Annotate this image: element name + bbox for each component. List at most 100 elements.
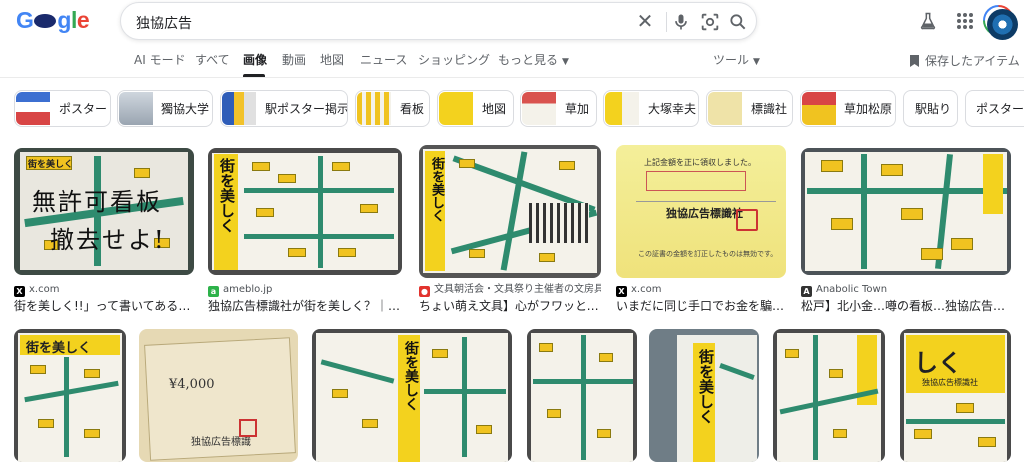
image-result[interactable]: 街を美しく: [312, 329, 512, 462]
image-result[interactable]: しく 独協広告標識社: [900, 329, 1011, 462]
chip-poster[interactable]: ポスター: [14, 90, 111, 127]
result-thumbnail[interactable]: 上記金額を正に領収しました。 独協広告標識社 この証書の金額を訂正したものは無効…: [616, 145, 786, 278]
search-divider: [666, 12, 667, 32]
chip-thumbnail: [605, 92, 639, 125]
sign-vertical-text: 街を美しく: [697, 349, 715, 424]
chip-poster-2[interactable]: ポスター: [965, 90, 1024, 127]
x-logo-icon: X: [616, 286, 627, 297]
search-icon[interactable]: [728, 11, 748, 33]
result-source[interactable]: Xx.com: [616, 283, 661, 297]
chip-dokkyo-univ[interactable]: 獨協大学: [117, 90, 213, 127]
result-thumbnail[interactable]: 街を美しく: [419, 145, 601, 278]
chip-label: 駅ポスター掲示: [265, 102, 348, 116]
result-source[interactable]: ● 文具朝活会・文具祭り主催者の文房具…: [419, 283, 601, 297]
result-caption[interactable]: 街を美しく!!」って書いてあるのに…: [14, 298, 194, 314]
chip-label: 標識社: [751, 102, 788, 116]
result-caption[interactable]: ちょい萌え文具】心がフワッとな…: [419, 298, 601, 314]
chip-label: ポスター: [976, 102, 1024, 116]
search-box[interactable]: 独協広告 ✕: [120, 2, 757, 40]
tab-news[interactable]: ニュース: [360, 52, 407, 68]
chip-thumbnail: [119, 92, 153, 125]
sign-vertical-text: 街を美しく: [218, 158, 236, 233]
image-result[interactable]: 街を美しく a ameblo.jp 独協広告標識社が街を美しく？｜楽し…: [208, 148, 402, 313]
lens-icon[interactable]: [699, 11, 721, 33]
result-caption[interactable]: 松戸】北小金…噂の看板…独協広告標識…: [801, 298, 1011, 314]
tab-videos[interactable]: 動画: [282, 52, 306, 68]
result-thumbnail[interactable]: 街を美しく 無許可看板 撤去せよ!: [14, 148, 194, 275]
chip-station-poster[interactable]: 駅ポスター掲示: [220, 90, 348, 127]
chip-thumbnail: [439, 92, 473, 125]
chip-signboard[interactable]: 看板: [355, 90, 430, 127]
saved-items-link[interactable]: 保存したアイテム: [910, 52, 1020, 69]
chip-soka-matsubara[interactable]: 草加松原: [800, 90, 896, 127]
image-result[interactable]: [527, 329, 637, 462]
chip-thumbnail: [222, 92, 256, 125]
image-result[interactable]: 街を美しく 無許可看板 撤去せよ! Xx.com 街を美しく!!」って書いてある…: [14, 148, 194, 313]
receipt-company: 独協広告標識社: [666, 207, 743, 220]
chip-soka[interactable]: 草加: [520, 90, 597, 127]
tab-tools[interactable]: ツール ▼: [713, 52, 760, 70]
chip-map[interactable]: 地図: [437, 90, 514, 127]
site-logo-icon: A: [801, 286, 812, 297]
mic-icon[interactable]: [671, 11, 691, 33]
receipt-text: この証書の金額を訂正したものは無効です。: [638, 250, 778, 258]
tab-ai-mode[interactable]: AI モード: [134, 52, 186, 68]
chip-thumbnail: [16, 92, 50, 125]
refinement-chips: ポスター 獨協大学 駅ポスター掲示 看板 地図 草加 大塚幸夫 標識社 草加松原…: [0, 90, 1024, 128]
chip-sign-company[interactable]: 標識社: [706, 90, 793, 127]
x-logo-icon: X: [14, 286, 25, 297]
saved-items-label: 保存したアイテム: [925, 54, 1020, 68]
caret-down-icon: ▼: [562, 57, 569, 67]
tab-all[interactable]: すべて: [195, 52, 230, 68]
tab-shopping[interactable]: ショッピング: [418, 52, 490, 68]
header: Ggle 独協広告 ✕: [0, 0, 1024, 44]
search-input[interactable]: 独協広告: [136, 13, 192, 33]
image-result[interactable]: A Anabolic Town 松戸】北小金…噂の看板…独協広告標識…: [801, 148, 1011, 313]
chip-label: 大塚幸夫: [648, 102, 697, 116]
chip-thumbnail: [802, 92, 836, 125]
source-label: ameblo.jp: [223, 284, 273, 295]
sign-text: 街を美しく: [26, 341, 92, 356]
receipt-amount: ¥4,000: [169, 377, 215, 392]
result-source[interactable]: A Anabolic Town: [801, 283, 887, 297]
sign-text: しく: [914, 348, 962, 377]
chip-thumbnail: [708, 92, 742, 125]
search-tabs: AI モード すべて 画像 動画 地図 ニュース ショッピング もっと見る ▼ ツ…: [0, 44, 1024, 78]
google-logo[interactable]: Ggle: [16, 7, 90, 33]
chip-thumbnail: [522, 92, 556, 125]
tab-maps[interactable]: 地図: [320, 52, 344, 68]
image-result[interactable]: 街を美しく ● 文具朝活会・文具祭り主催者の文房具… ちょい萌え文具】心がフワッと…: [419, 145, 601, 313]
tab-tools-label: ツール: [713, 53, 750, 67]
receipt-text: 上記金額を正に領収しました。: [644, 158, 756, 167]
result-thumbnail[interactable]: 街を美しく: [208, 148, 402, 275]
chip-otsuka-yukio[interactable]: 大塚幸夫: [603, 90, 699, 127]
tab-more[interactable]: もっと見る ▼: [498, 52, 569, 70]
image-result[interactable]: 上記金額を正に領収しました。 独協広告標識社 この証書の金額を訂正したものは無効…: [616, 145, 786, 313]
source-label: 文具朝活会・文具祭り主催者の文房具…: [434, 284, 601, 295]
result-source[interactable]: a ameblo.jp: [208, 283, 272, 297]
result-caption[interactable]: いまだに同じ手口でお金を騙し…: [616, 298, 786, 314]
chip-thumbnail: [357, 92, 391, 125]
site-logo-icon: ●: [419, 286, 430, 297]
result-caption[interactable]: 独協広告標識社が街を美しく？｜楽し…: [208, 298, 402, 314]
image-result[interactable]: ¥4,000 独協広告標識: [139, 329, 298, 462]
chip-label: 草加: [565, 102, 590, 116]
labs-icon[interactable]: [918, 10, 938, 32]
tab-images[interactable]: 画像: [243, 52, 267, 68]
sign-text: 独協広告標識社: [922, 378, 978, 387]
image-result[interactable]: 街を美しく: [649, 329, 759, 462]
image-result[interactable]: 街を美しく: [14, 329, 126, 462]
result-thumbnail[interactable]: [801, 148, 1011, 275]
chip-label: 地図: [482, 102, 507, 116]
source-label: x.com: [631, 284, 662, 295]
graffiti-text: 無許可看板: [32, 188, 162, 216]
chip-label: 草加松原: [844, 102, 893, 116]
image-result[interactable]: [773, 329, 885, 462]
avatar[interactable]: [983, 5, 1018, 40]
chip-station-posting[interactable]: 駅貼り: [903, 90, 958, 127]
apps-icon[interactable]: [956, 12, 974, 30]
sign-text: 街を美しく: [28, 160, 74, 170]
graffiti-text: 撤去せよ!: [50, 226, 166, 254]
close-icon[interactable]: ✕: [633, 9, 657, 33]
result-source[interactable]: Xx.com: [14, 283, 59, 297]
